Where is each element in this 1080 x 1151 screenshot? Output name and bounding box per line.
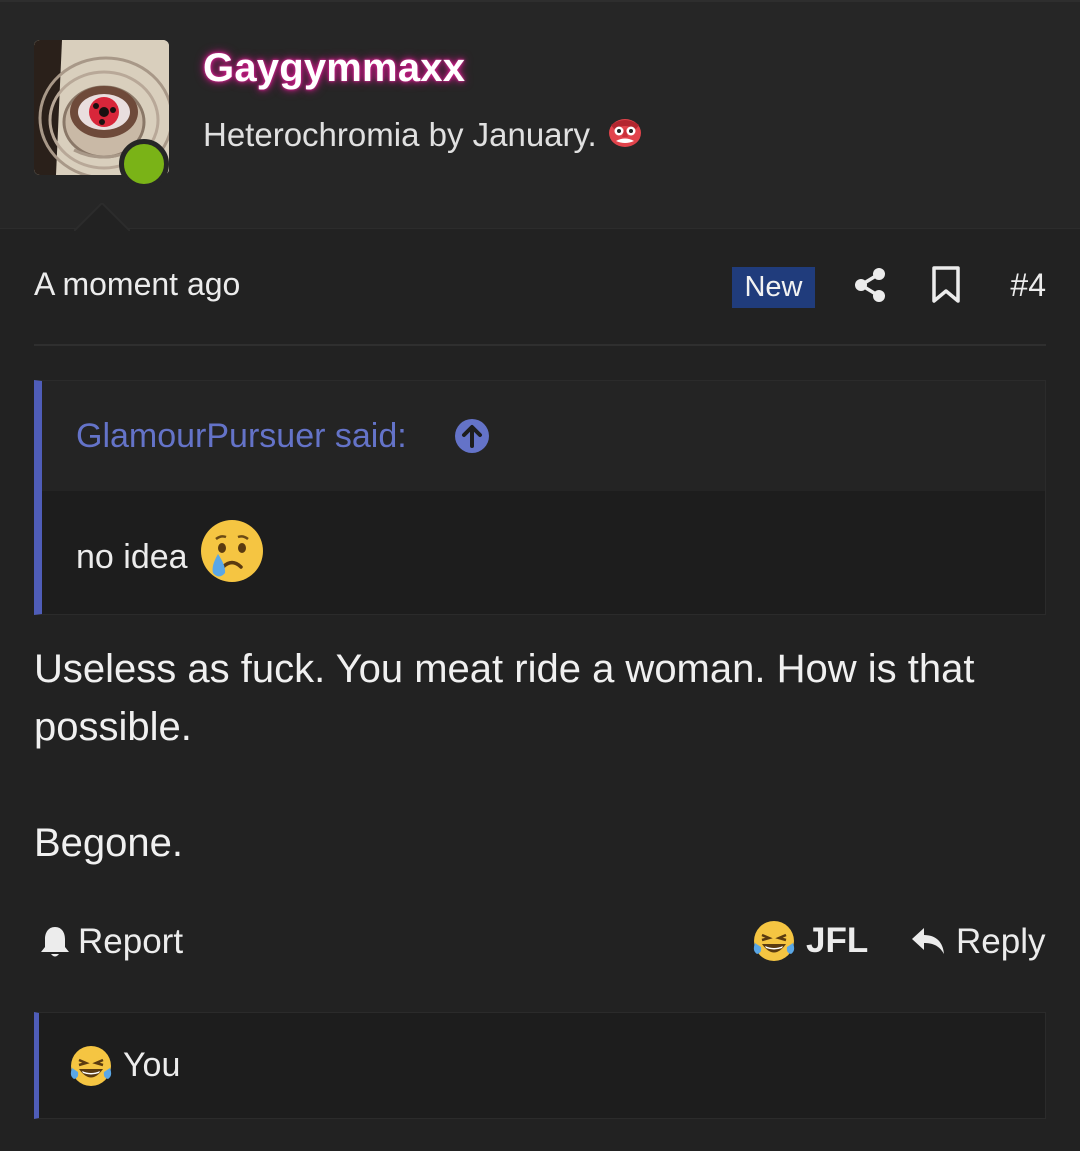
reaction-button[interactable]: JFL (752, 918, 868, 964)
bookmark-icon[interactable] (931, 266, 961, 304)
report-label: Report (78, 922, 184, 961)
share-icon[interactable] (852, 267, 888, 303)
post-paragraph: Useless as fuck. You meat ride a woman. … (34, 647, 975, 749)
reply-label: Reply (956, 922, 1046, 961)
tears-of-joy-icon (70, 1045, 112, 1086)
reply-icon (912, 928, 944, 954)
post-timestamp[interactable]: A moment ago (34, 266, 240, 303)
arrow-up-circle-icon[interactable] (454, 418, 490, 454)
crying-face-icon (201, 520, 263, 582)
post-number[interactable]: #4 (1000, 267, 1046, 304)
reply-button[interactable]: Reply (910, 920, 1045, 964)
quote-author[interactable]: GlamourPursuer said: (76, 417, 407, 456)
quote-header: GlamourPursuer said: (42, 381, 1045, 491)
report-button[interactable]: Report (40, 920, 183, 964)
new-badge: New (732, 267, 815, 308)
bell-icon (41, 927, 69, 957)
user-header: Gaygymmaxx Heterochromia by January. (0, 0, 1080, 231)
reactions-bar[interactable]: You (34, 1012, 1046, 1119)
username[interactable]: Gaygymmaxx (203, 46, 465, 91)
post-paragraph: Begone. (34, 821, 184, 865)
header-pointer-arrow (74, 203, 130, 231)
reaction-label: JFL (806, 921, 869, 960)
tears-of-joy-icon (753, 921, 795, 961)
goblin-mask-icon (608, 119, 641, 147)
user-title-text: Heterochromia by January. (203, 116, 597, 153)
quote-block: GlamourPursuer said: no idea (34, 380, 1046, 615)
divider (34, 344, 1046, 346)
user-title: Heterochromia by January. (203, 112, 645, 154)
post-page: Gaygymmaxx Heterochromia by January. A m… (0, 0, 1080, 1151)
online-status-indicator (119, 139, 169, 189)
reaction-users[interactable]: You (123, 1046, 180, 1085)
post-body: Useless as fuck. You meat ride a woman. … (34, 640, 1046, 872)
quote-text: no idea (76, 538, 188, 576)
